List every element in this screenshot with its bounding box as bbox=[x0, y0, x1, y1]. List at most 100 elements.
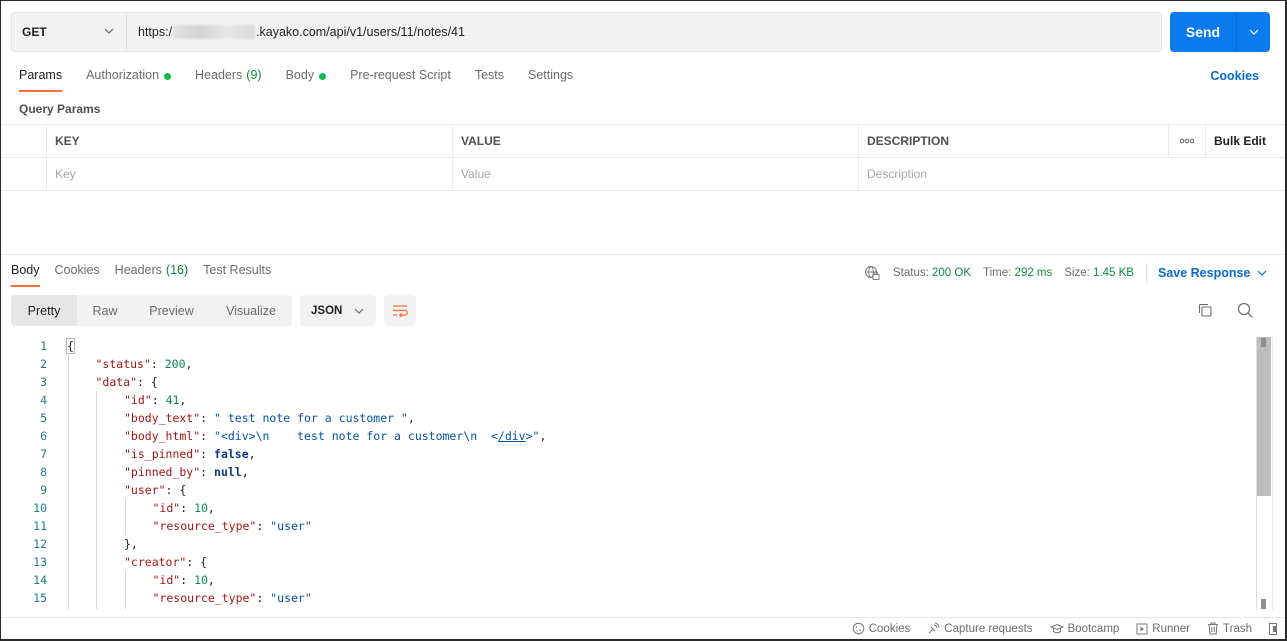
tab-count: (9) bbox=[246, 68, 262, 82]
code-token: "user" bbox=[124, 483, 166, 497]
time-readout[interactable]: Time: 292 ms bbox=[983, 267, 1052, 279]
footer-bootcamp[interactable]: Bootcamp bbox=[1049, 622, 1120, 635]
tab-body[interactable]: Body bbox=[286, 68, 327, 92]
table-header-row: KEY VALUE DESCRIPTION Bulk Edit bbox=[1, 125, 1285, 158]
tab-test-results[interactable]: Test Results bbox=[203, 263, 271, 287]
code-line: 13 "creator": { bbox=[1, 553, 1255, 571]
send-options-button[interactable] bbox=[1237, 12, 1270, 52]
row-checkbox-cell bbox=[1, 158, 47, 190]
status-dot bbox=[319, 73, 327, 80]
method-label: GET bbox=[22, 25, 47, 39]
code-token: : { bbox=[165, 483, 187, 497]
tab-settings[interactable]: Settings bbox=[528, 68, 573, 92]
code-token: "creator" bbox=[124, 555, 187, 569]
tab-response-cookies[interactable]: Cookies bbox=[55, 263, 100, 287]
tab-label: Tests bbox=[474, 68, 504, 82]
code-text: "data": { bbox=[47, 375, 158, 389]
footer-label: Trash bbox=[1223, 622, 1252, 635]
tab-tests[interactable]: Tests bbox=[475, 68, 504, 92]
code-text: "resource_type": "user" bbox=[47, 519, 312, 533]
value-input[interactable]: Value bbox=[453, 158, 859, 190]
code-line: 12}, bbox=[1, 535, 1255, 553]
view-visualize-button[interactable]: Visualize bbox=[210, 295, 292, 326]
more-options-button[interactable] bbox=[1169, 125, 1206, 157]
wrap-lines-button[interactable] bbox=[384, 295, 416, 326]
status-value: 200 OK bbox=[932, 267, 972, 279]
view-preview-button[interactable]: Preview bbox=[133, 295, 210, 326]
view-pretty-button[interactable]: Pretty bbox=[11, 295, 77, 326]
footer-trash[interactable]: Trash bbox=[1207, 622, 1252, 635]
method-select[interactable]: GET bbox=[12, 13, 127, 51]
code-token: 10 bbox=[194, 501, 208, 515]
code-text: }, bbox=[47, 537, 138, 551]
pane-divider[interactable] bbox=[1, 254, 1285, 255]
footer-capture-requests[interactable]: Capture requests bbox=[927, 622, 1033, 635]
view-raw-button[interactable]: Raw bbox=[77, 295, 133, 326]
chevron-down-icon bbox=[104, 28, 114, 34]
code-text: "id": 10, bbox=[47, 573, 215, 587]
size-readout[interactable]: Size: 1.45 KB bbox=[1064, 267, 1134, 279]
indent-guide bbox=[68, 355, 69, 609]
status-label: Status: bbox=[893, 267, 929, 279]
url-prefix: https:/ bbox=[138, 25, 173, 39]
status-dot bbox=[164, 73, 172, 80]
key-input[interactable]: Key bbox=[47, 158, 453, 190]
size-value: 1.45 KB bbox=[1093, 267, 1134, 279]
tab-label: Authorization bbox=[86, 68, 160, 82]
tab-pre-request-script[interactable]: Pre-request Script bbox=[350, 68, 451, 92]
copy-icon[interactable] bbox=[1197, 302, 1213, 318]
bootcamp-icon bbox=[1049, 623, 1064, 633]
tab-authorization[interactable]: Authorization bbox=[86, 68, 172, 92]
time-label: Time: bbox=[983, 267, 1012, 279]
footer-cookies[interactable]: Cookies bbox=[852, 622, 910, 635]
scroll-down-arrow[interactable] bbox=[1261, 599, 1266, 609]
tab-response-headers[interactable]: Headers (16) bbox=[115, 263, 188, 287]
code-line: 2 "status": 200, bbox=[1, 355, 1255, 373]
wrap-lines-icon bbox=[393, 304, 408, 317]
indent-guide bbox=[125, 499, 126, 535]
line-number: 12 bbox=[33, 537, 47, 551]
footer-runner[interactable]: Runner bbox=[1136, 623, 1190, 635]
scroll-up-arrow[interactable] bbox=[1261, 338, 1266, 347]
tab-response-body[interactable]: Body bbox=[11, 263, 40, 287]
cookies-link[interactable]: Cookies bbox=[1210, 69, 1259, 83]
code-token: : bbox=[151, 393, 166, 407]
footer-two-pane-toggle[interactable] bbox=[1269, 622, 1281, 635]
response-body-editor[interactable]: 1{2 "status": 200, 3 "data": {4 "id": 41, 5 "b… bbox=[1, 337, 1255, 609]
code-line: 6 "body_html": "<div>\n test note for a c… bbox=[1, 427, 1255, 445]
indent-guide bbox=[96, 391, 97, 609]
checkbox-column bbox=[1, 125, 47, 157]
code-token: , bbox=[407, 411, 415, 425]
code-token: : bbox=[200, 447, 215, 461]
globe-lock-icon[interactable] bbox=[864, 265, 880, 281]
format-select[interactable]: JSON bbox=[300, 295, 376, 326]
code-token: : bbox=[180, 573, 195, 587]
save-response-button[interactable]: Save Response bbox=[1158, 266, 1267, 280]
save-response-label: Save Response bbox=[1157, 266, 1251, 280]
search-icon[interactable] bbox=[1237, 302, 1254, 319]
tab-label: Body bbox=[11, 263, 40, 277]
send-button-group: Send bbox=[1170, 12, 1270, 52]
request-url-bar: GET https:/ .kayako.com/api/v1/users/11/… bbox=[11, 12, 1162, 52]
right-edge bbox=[1272, 337, 1273, 610]
tab-headers[interactable]: Headers (9) bbox=[195, 68, 262, 92]
code-token: "id" bbox=[124, 393, 152, 407]
footer-label: Bootcamp bbox=[1067, 622, 1120, 635]
editor-scrollbar[interactable] bbox=[1256, 337, 1271, 610]
description-input[interactable]: Description bbox=[859, 158, 1206, 190]
line-number: 11 bbox=[33, 519, 47, 533]
status-readout[interactable]: Status: 200 OK bbox=[893, 267, 971, 279]
tab-params[interactable]: Params bbox=[19, 68, 63, 92]
bulk-edit-button[interactable]: Bulk Edit bbox=[1206, 125, 1285, 157]
code-token: , bbox=[207, 573, 215, 587]
url-input[interactable]: https:/ .kayako.com/api/v1/users/11/note… bbox=[127, 13, 465, 51]
code-line: 8 "pinned_by": null, bbox=[1, 463, 1255, 481]
column-value: VALUE bbox=[453, 125, 859, 157]
send-button[interactable]: Send bbox=[1170, 12, 1237, 52]
view-mode-segmented-control: Pretty Raw Preview Visualize bbox=[11, 295, 292, 326]
line-number: 8 bbox=[40, 465, 47, 479]
tab-label: Headers bbox=[195, 68, 243, 82]
capture-icon bbox=[928, 622, 940, 634]
scrollbar-thumb[interactable] bbox=[1257, 337, 1271, 496]
tab-label: Test Results bbox=[203, 263, 272, 277]
